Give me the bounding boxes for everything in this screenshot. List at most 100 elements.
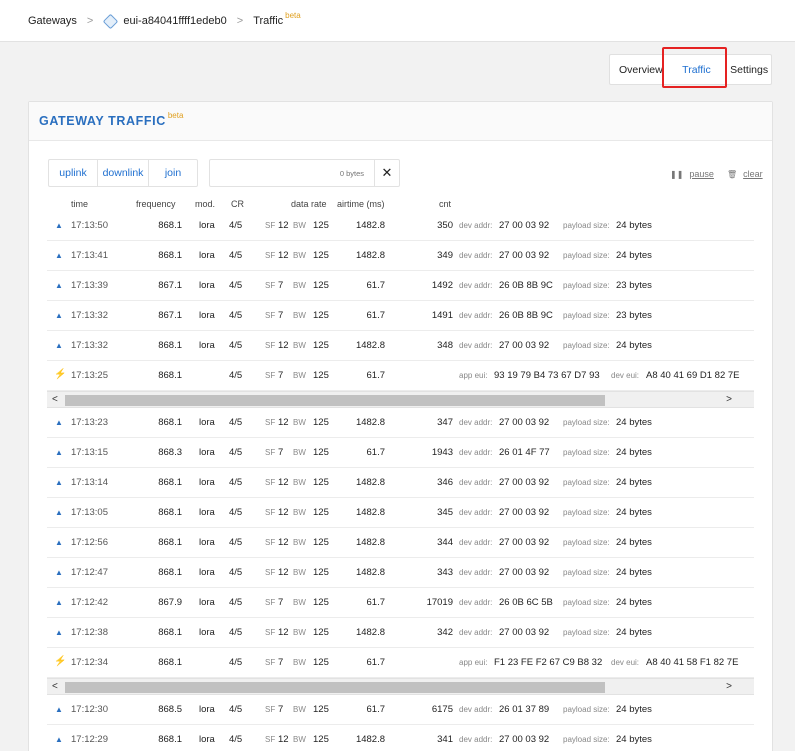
cell-bw-value: 125 xyxy=(313,507,329,518)
table-row[interactable]: ▲ 17:13:50 868.1 lora 4/5 12 SF BW 125 1482.8 350 d… xyxy=(47,211,754,241)
payload-size-label: payload size: xyxy=(563,538,610,547)
cell-modulation: lora xyxy=(199,627,215,638)
cell-sf-value: 12 xyxy=(278,340,289,351)
cell-sf-value: 12 xyxy=(278,220,289,231)
column-data-rate: data rate xyxy=(291,199,327,209)
cell-sf-label: SF xyxy=(265,281,276,290)
scrollbar-thumb[interactable] xyxy=(65,395,605,406)
table-row[interactable]: ▲ 17:13:23 868.1 lora 4/5 12 SF BW 125 1482.8 347 d… xyxy=(47,408,754,438)
table-row[interactable]: ▲ 17:12:38 868.1 lora 4/5 12 SF BW 125 1482.8 342 d… xyxy=(47,618,754,648)
table-row[interactable]: ▲ 17:12:56 868.1 lora 4/5 12 SF BW 125 1482.8 344 d… xyxy=(47,528,754,558)
cell-frequency: 868.5 xyxy=(158,704,182,715)
cell-sf-value: 7 xyxy=(278,657,284,668)
scroll-left-icon[interactable]: < xyxy=(52,681,58,692)
scroll-right-icon[interactable]: > xyxy=(726,681,732,692)
cell-sf-label: SF xyxy=(265,478,276,487)
breadcrumb-separator: > xyxy=(86,15,94,27)
table-row[interactable]: ▲ 17:13:05 868.1 lora 4/5 12 SF BW 125 1482.8 345 d… xyxy=(47,498,754,528)
join-row[interactable]: ⚡ 17:13:25 868.1 4/5 7 SF BW 125 61.7 app eui: 93 … xyxy=(47,361,754,391)
panel-title: GATEWAY TRAFFIC xyxy=(39,114,166,128)
pause-icon: ❚❚ xyxy=(670,169,684,179)
cell-airtime: 61.7 xyxy=(366,370,386,381)
traffic-tab-highlight xyxy=(662,47,727,88)
scroll-left-icon[interactable]: < xyxy=(52,394,58,405)
join-filter-button[interactable]: join xyxy=(149,160,197,186)
cell-dev-addr: 27 00 03 92 xyxy=(499,477,550,488)
cell-payload-size: 24 bytes xyxy=(616,507,652,518)
traffic-type-filter: uplink downlink join xyxy=(48,159,198,187)
cell-frequency: 868.1 xyxy=(158,567,182,578)
cell-sf-value: 12 xyxy=(278,250,289,261)
cell-sf-label: SF xyxy=(265,251,276,260)
table-row[interactable]: ▲ 17:13:32 868.1 lora 4/5 12 SF BW 125 1482.8 348 d… xyxy=(47,331,754,361)
cell-modulation: lora xyxy=(199,250,215,261)
app-eui-label: app eui: xyxy=(459,371,488,380)
cell-payload-size: 24 bytes xyxy=(616,417,652,428)
table-row[interactable]: ▲ 17:13:32 867.1 lora 4/5 7 SF BW 125 61.7 1491 dev… xyxy=(47,301,754,331)
cell-airtime: 1482.8 xyxy=(355,734,385,745)
table-row[interactable]: ▲ 17:13:39 867.1 lora 4/5 7 SF BW 125 61.7 1492 dev… xyxy=(47,271,754,301)
dev-addr-label: dev addr: xyxy=(459,735,493,744)
uplink-arrow-icon: ▲ xyxy=(55,341,63,350)
table-row[interactable]: ▲ 17:12:42 867.9 lora 4/5 7 SF BW 125 61.7 17019 de… xyxy=(47,588,754,618)
cell-time: 17:13:39 xyxy=(71,280,108,291)
table-row[interactable]: ▲ 17:12:29 868.1 lora 4/5 12 SF BW 125 1482.8 341 d… xyxy=(47,725,754,751)
cell-coding-rate: 4/5 xyxy=(229,657,243,668)
cell-frequency: 868.1 xyxy=(158,507,182,518)
table-row[interactable]: ▲ 17:13:41 868.1 lora 4/5 12 SF BW 125 1482.8 349 d… xyxy=(47,241,754,271)
close-icon[interactable]: ✕ xyxy=(374,160,399,186)
cell-coding-rate: 4/5 xyxy=(229,567,243,578)
breadcrumb-gateway-id[interactable]: eui-a84041ffff1edeb0 xyxy=(123,15,226,27)
cell-frequency: 867.9 xyxy=(158,597,182,608)
cell-sf-value: 7 xyxy=(278,597,284,608)
cell-modulation: lora xyxy=(199,340,215,351)
cell-coding-rate: 4/5 xyxy=(229,280,243,291)
search-input[interactable] xyxy=(210,160,374,186)
clear-button[interactable]: 🗑 clear xyxy=(727,169,763,179)
scroll-right-icon[interactable]: > xyxy=(726,394,732,405)
cell-payload-size: 24 bytes xyxy=(616,704,652,715)
cell-airtime: 61.7 xyxy=(366,657,386,668)
uplink-filter-button[interactable]: uplink xyxy=(49,160,98,186)
scrollbar-thumb[interactable] xyxy=(65,682,605,693)
tab-overview[interactable]: Overview xyxy=(610,55,666,84)
cell-airtime: 1482.8 xyxy=(355,477,385,488)
cell-bw-label: BW xyxy=(293,371,306,380)
cell-coding-rate: 4/5 xyxy=(229,627,243,638)
beta-badge: beta xyxy=(285,10,301,20)
cell-time: 17:13:41 xyxy=(71,250,108,261)
top-bar: Gateways > eui-a84041ffff1edeb0 > Traffi… xyxy=(0,0,795,42)
table-row[interactable]: ▲ 17:13:15 868.3 lora 4/5 7 SF BW 125 61.7 1943 dev… xyxy=(47,438,754,468)
cell-modulation: lora xyxy=(199,310,215,321)
column-time: time xyxy=(71,199,89,209)
dev-addr-label: dev addr: xyxy=(459,418,493,427)
pause-button[interactable]: ❚❚ pause xyxy=(670,169,714,179)
horizontal-scrollbar[interactable]: < > xyxy=(47,678,754,695)
dev-addr-label: dev addr: xyxy=(459,341,493,350)
tab-settings[interactable]: Settings xyxy=(727,55,771,84)
cell-bw-label: BW xyxy=(293,281,306,290)
cell-sf-label: SF xyxy=(265,341,276,350)
cell-payload-size: 24 bytes xyxy=(616,537,652,548)
join-row[interactable]: ⚡ 17:12:34 868.1 4/5 7 SF BW 125 61.7 app eui: F1 … xyxy=(47,648,754,678)
cell-sf-value: 7 xyxy=(278,370,284,381)
uplink-arrow-icon: ▲ xyxy=(55,221,63,230)
uplink-arrow-icon: ▲ xyxy=(55,568,63,577)
column-mod: mod. xyxy=(195,199,216,209)
cell-airtime: 1482.8 xyxy=(355,627,385,638)
payload-size-label: payload size: xyxy=(563,735,610,744)
breadcrumb-gateways[interactable]: Gateways xyxy=(28,15,77,27)
cell-airtime: 1482.8 xyxy=(355,417,385,428)
uplink-arrow-icon: ▲ xyxy=(55,478,63,487)
table-row[interactable]: ▲ 17:12:30 868.5 lora 4/5 7 SF BW 125 61.7 6175 dev… xyxy=(47,695,754,725)
cell-counter: 1491 xyxy=(431,310,453,321)
cell-dev-addr: 27 00 03 92 xyxy=(499,734,550,745)
cell-coding-rate: 4/5 xyxy=(229,537,243,548)
table-row[interactable]: ▲ 17:13:14 868.1 lora 4/5 12 SF BW 125 1482.8 346 d… xyxy=(47,468,754,498)
horizontal-scrollbar[interactable]: < > xyxy=(47,391,754,408)
downlink-filter-button[interactable]: downlink xyxy=(98,160,149,186)
table-row[interactable]: ▲ 17:12:47 868.1 lora 4/5 12 SF BW 125 1482.8 343 d… xyxy=(47,558,754,588)
cell-bw-value: 125 xyxy=(313,567,329,578)
cell-sf-label: SF xyxy=(265,371,276,380)
cell-modulation: lora xyxy=(199,447,215,458)
